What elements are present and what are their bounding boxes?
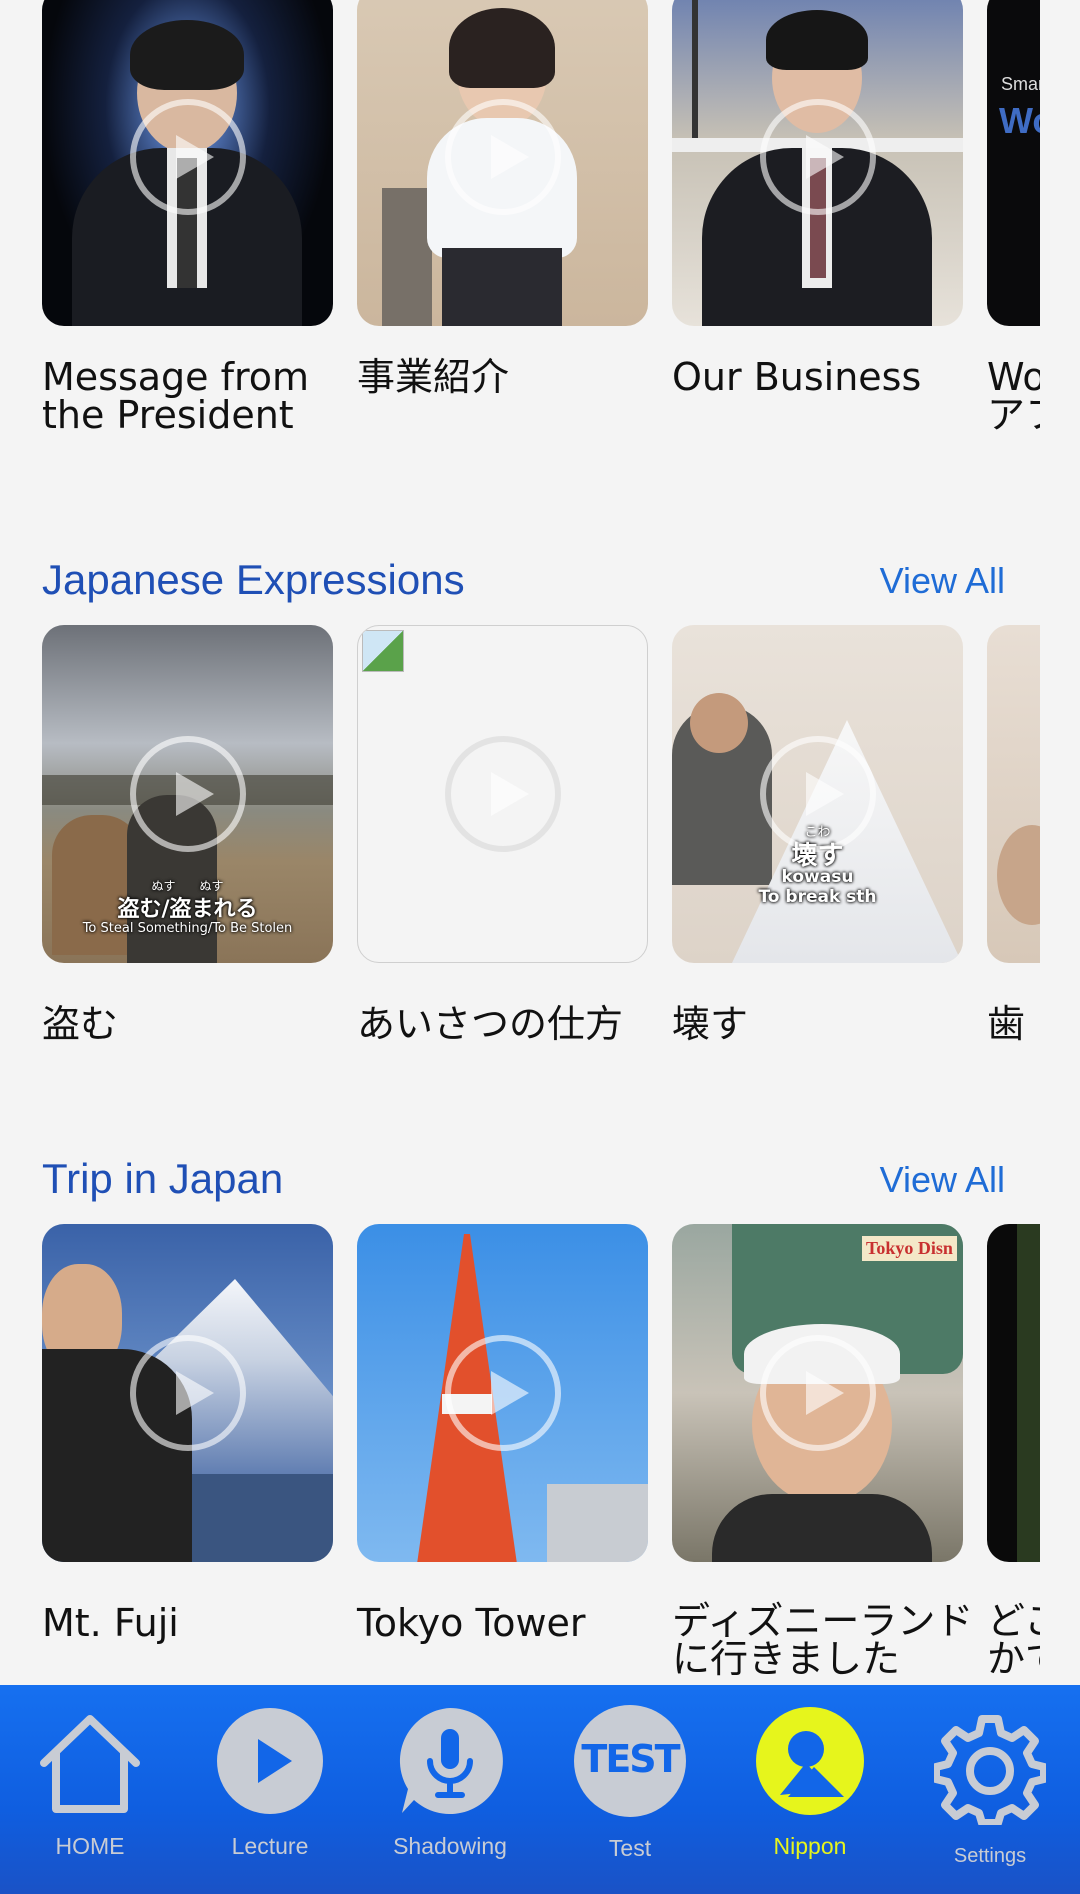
play-icon <box>444 736 561 852</box>
nippon-icon <box>756 1707 864 1815</box>
video-thumbnail[interactable]: Smar Wo <box>987 0 1040 326</box>
test-icon-text: TEST <box>581 1737 680 1781</box>
video-thumbnail[interactable]: ぬす ぬす 盗む/盗まれる To Steal Something/To Be S… <box>42 625 333 963</box>
video-thumbnail[interactable] <box>42 1224 333 1562</box>
thumb-text-big: Wo <box>999 100 1040 141</box>
nav-nippon[interactable]: Nippon <box>720 1685 900 1894</box>
video-title: Message from the President <box>42 355 310 437</box>
thumb-text-small: Smar <box>1001 74 1040 94</box>
play-icon <box>129 1335 246 1451</box>
section-title-trip-in-japan: Trip in Japan <box>42 1155 284 1202</box>
video-thumbnail[interactable] <box>987 625 1040 963</box>
video-thumbnail[interactable] <box>42 0 333 326</box>
view-all-trip-in-japan[interactable]: View All <box>880 1159 1005 1201</box>
play-icon <box>444 99 561 215</box>
view-all-japanese-expressions[interactable]: View All <box>880 560 1005 602</box>
gear-icon <box>934 1715 1046 1825</box>
nav-label: Nippon <box>773 1833 847 1859</box>
video-title: 事業紹介 <box>357 355 510 399</box>
play-icon <box>759 1335 876 1451</box>
play-icon <box>759 99 876 215</box>
video-thumbnail[interactable]: こわ 壊す kowasu To break sth <box>672 625 963 963</box>
video-thumbnail[interactable] <box>357 0 648 326</box>
video-title: ディズニーランド に行きました <box>672 1599 974 1681</box>
nav-lecture[interactable]: Lecture <box>180 1685 360 1894</box>
play-icon <box>129 736 246 852</box>
trip-in-japan-row: Mt. Fuji Tokyo Tower Tokyo Disn ディズニーランド… <box>0 1224 1040 1685</box>
play-icon <box>217 1708 323 1814</box>
test-icon: TEST <box>574 1705 686 1817</box>
bottom-nav: HOME Lecture Shadowing TEST Test Nippon <box>0 1685 1080 1894</box>
play-icon <box>759 736 876 852</box>
nav-label: Shadowing <box>393 1833 507 1859</box>
video-thumbnail[interactable] <box>987 1224 1040 1562</box>
video-title: Tokyo Tower <box>357 1601 586 1645</box>
video-title: Our Business <box>672 355 922 399</box>
video-title: 歯 <box>987 1002 1026 1046</box>
nav-home[interactable]: HOME <box>0 1685 180 1894</box>
home-icon <box>40 1715 140 1813</box>
caption-japanese: 盗む/盗まれる <box>117 897 258 922</box>
play-icon <box>129 99 246 215</box>
video-thumbnail[interactable] <box>357 625 648 963</box>
video-title: Mt. Fuji <box>42 1601 179 1645</box>
japanese-expressions-row: ぬす ぬす 盗む/盗まれる To Steal Something/To Be S… <box>0 625 1040 1055</box>
broken-image-icon <box>362 630 404 672</box>
section-title-japanese-expressions: Japanese Expressions <box>42 556 465 603</box>
caption-romaji: kowasu <box>781 867 854 887</box>
video-title: 盗む <box>42 1002 119 1046</box>
video-title: 壊す <box>672 1002 749 1046</box>
nav-test[interactable]: TEST Test <box>540 1685 720 1894</box>
nav-label: HOME <box>55 1833 125 1859</box>
video-title: どこ かで <box>987 1599 1040 1681</box>
nav-settings[interactable]: Settings <box>900 1685 1080 1894</box>
company-videos-row: Message from the President 事業紹介 Our Busi… <box>0 0 1040 460</box>
video-thumbnail[interactable] <box>357 1224 648 1562</box>
caption-english: To Steal Something/To Be Stolen <box>82 921 293 936</box>
microphone-icon <box>399 1708 503 1814</box>
nav-shadowing[interactable]: Shadowing <box>360 1685 540 1894</box>
nav-label: Test <box>608 1835 652 1861</box>
video-thumbnail[interactable]: Tokyo Disn <box>672 1224 963 1562</box>
nav-label: Settings <box>953 1845 1027 1867</box>
video-thumbnail[interactable] <box>672 0 963 326</box>
thumb-sign-text: Tokyo Disn <box>862 1236 957 1261</box>
caption-english: To break sth <box>758 887 877 907</box>
video-title: Wo アフ <box>987 355 1040 437</box>
play-icon <box>444 1335 561 1451</box>
nav-label: Lecture <box>231 1833 309 1859</box>
video-title: あいさつの仕方 <box>357 1002 624 1046</box>
